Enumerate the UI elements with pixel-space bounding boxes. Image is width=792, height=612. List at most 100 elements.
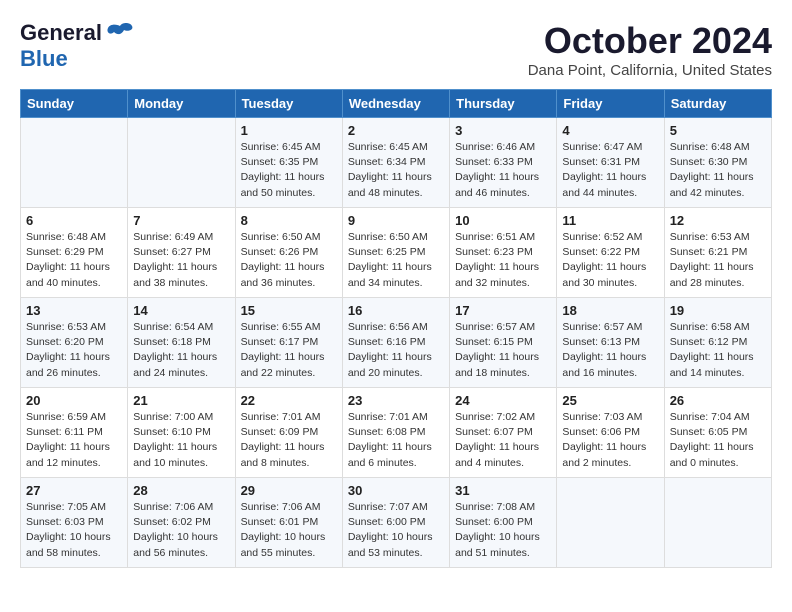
calendar-day-cell [557,478,664,568]
day-info: Sunrise: 6:57 AM Sunset: 6:13 PM Dayligh… [562,320,658,381]
calendar-day-cell: 19 Sunrise: 6:58 AM Sunset: 6:12 PM Dayli… [664,298,771,388]
calendar-day-cell: 10 Sunrise: 6:51 AM Sunset: 6:23 PM Dayli… [450,208,557,298]
day-number: 6 [26,213,122,228]
day-number: 15 [241,303,337,318]
day-info: Sunrise: 6:49 AM Sunset: 6:27 PM Dayligh… [133,230,229,291]
logo-blue: Blue [20,46,68,71]
day-number: 3 [455,123,551,138]
day-number: 26 [670,393,766,408]
day-info: Sunrise: 6:50 AM Sunset: 6:25 PM Dayligh… [348,230,444,291]
day-number: 19 [670,303,766,318]
calendar-day-cell: 15 Sunrise: 6:55 AM Sunset: 6:17 PM Dayli… [235,298,342,388]
calendar-day-cell: 26 Sunrise: 7:04 AM Sunset: 6:05 PM Dayli… [664,388,771,478]
day-number: 21 [133,393,229,408]
calendar-day-cell: 24Sunrise: 7:02 AM Sunset: 6:07 PM Dayli… [450,388,557,478]
calendar-day-cell: 2 Sunrise: 6:45 AM Sunset: 6:34 PM Daylig… [342,118,449,208]
calendar-week-row: 27 Sunrise: 7:05 AM Sunset: 6:03 PM Dayli… [21,478,772,568]
day-number: 29 [241,483,337,498]
day-info: Sunrise: 6:53 AM Sunset: 6:21 PM Dayligh… [670,230,766,291]
day-info: Sunrise: 6:52 AM Sunset: 6:22 PM Dayligh… [562,230,658,291]
day-info: Sunrise: 6:46 AM Sunset: 6:33 PM Dayligh… [455,140,551,201]
calendar-day-cell: 17 Sunrise: 6:57 AM Sunset: 6:15 PM Dayli… [450,298,557,388]
calendar-day-cell: 27 Sunrise: 7:05 AM Sunset: 6:03 PM Dayli… [21,478,128,568]
calendar-day-cell [128,118,235,208]
logo-general: General [20,20,102,46]
logo-bird-icon [106,22,134,44]
day-info: Sunrise: 7:01 AM Sunset: 6:08 PM Dayligh… [348,410,444,471]
calendar-header-cell: Thursday [450,90,557,118]
calendar-day-cell: 3 Sunrise: 6:46 AM Sunset: 6:33 PM Daylig… [450,118,557,208]
day-info: Sunrise: 6:55 AM Sunset: 6:17 PM Dayligh… [241,320,337,381]
day-number: 22 [241,393,337,408]
day-number: 20 [26,393,122,408]
day-number: 4 [562,123,658,138]
calendar-day-cell [21,118,128,208]
calendar-day-cell: 18 Sunrise: 6:57 AM Sunset: 6:13 PM Dayli… [557,298,664,388]
calendar-day-cell: 16Sunrise: 6:56 AM Sunset: 6:16 PM Dayli… [342,298,449,388]
day-number: 2 [348,123,444,138]
day-number: 13 [26,303,122,318]
day-info: Sunrise: 7:01 AM Sunset: 6:09 PM Dayligh… [241,410,337,471]
day-info: Sunrise: 6:56 AM Sunset: 6:16 PM Dayligh… [348,320,444,381]
day-number: 11 [562,213,658,228]
logo: General Blue [20,20,134,72]
day-number: 17 [455,303,551,318]
day-number: 18 [562,303,658,318]
day-info: Sunrise: 6:45 AM Sunset: 6:34 PM Dayligh… [348,140,444,201]
day-info: Sunrise: 6:54 AM Sunset: 6:18 PM Dayligh… [133,320,229,381]
calendar-day-cell: 8 Sunrise: 6:50 AM Sunset: 6:26 PM Daylig… [235,208,342,298]
day-number: 7 [133,213,229,228]
calendar-header-cell: Friday [557,90,664,118]
day-info: Sunrise: 7:07 AM Sunset: 6:00 PM Dayligh… [348,500,444,561]
day-number: 5 [670,123,766,138]
calendar-day-cell: 7 Sunrise: 6:49 AM Sunset: 6:27 PM Daylig… [128,208,235,298]
day-number: 27 [26,483,122,498]
day-info: Sunrise: 6:47 AM Sunset: 6:31 PM Dayligh… [562,140,658,201]
calendar-day-cell [664,478,771,568]
calendar-week-row: 6 Sunrise: 6:48 AM Sunset: 6:29 PM Daylig… [21,208,772,298]
calendar-day-cell: 9 Sunrise: 6:50 AM Sunset: 6:25 PM Daylig… [342,208,449,298]
day-info: Sunrise: 7:06 AM Sunset: 6:01 PM Dayligh… [241,500,337,561]
day-info: Sunrise: 6:45 AM Sunset: 6:35 PM Dayligh… [241,140,337,201]
calendar-header-cell: Tuesday [235,90,342,118]
day-info: Sunrise: 7:06 AM Sunset: 6:02 PM Dayligh… [133,500,229,561]
day-info: Sunrise: 7:08 AM Sunset: 6:00 PM Dayligh… [455,500,551,561]
day-number: 25 [562,393,658,408]
day-info: Sunrise: 6:48 AM Sunset: 6:29 PM Dayligh… [26,230,122,291]
calendar-day-cell: 23Sunrise: 7:01 AM Sunset: 6:08 PM Dayli… [342,388,449,478]
day-info: Sunrise: 6:58 AM Sunset: 6:12 PM Dayligh… [670,320,766,381]
day-info: Sunrise: 6:57 AM Sunset: 6:15 PM Dayligh… [455,320,551,381]
day-number: 31 [455,483,551,498]
month-title: October 2024 [528,20,772,62]
calendar-header-row: SundayMondayTuesdayWednesdayThursdayFrid… [21,90,772,118]
day-number: 10 [455,213,551,228]
calendar-day-cell: 29 Sunrise: 7:06 AM Sunset: 6:01 PM Dayli… [235,478,342,568]
title-section: October 2024 Dana Point, California, Uni… [528,20,772,79]
calendar-day-cell: 25Sunrise: 7:03 AM Sunset: 6:06 PM Dayli… [557,388,664,478]
day-info: Sunrise: 6:59 AM Sunset: 6:11 PM Dayligh… [26,410,122,471]
day-info: Sunrise: 7:02 AM Sunset: 6:07 PM Dayligh… [455,410,551,471]
calendar-day-cell: 20 Sunrise: 6:59 AM Sunset: 6:11 PM Dayli… [21,388,128,478]
calendar-body: 1 Sunrise: 6:45 AM Sunset: 6:35 PM Daylig… [21,118,772,568]
day-number: 9 [348,213,444,228]
day-info: Sunrise: 7:05 AM Sunset: 6:03 PM Dayligh… [26,500,122,561]
day-info: Sunrise: 7:04 AM Sunset: 6:05 PM Dayligh… [670,410,766,471]
day-number: 8 [241,213,337,228]
calendar-day-cell: 4 Sunrise: 6:47 AM Sunset: 6:31 PM Daylig… [557,118,664,208]
calendar-day-cell: 5 Sunrise: 6:48 AM Sunset: 6:30 PM Daylig… [664,118,771,208]
calendar-day-cell: 11 Sunrise: 6:52 AM Sunset: 6:22 PM Dayli… [557,208,664,298]
calendar-header-cell: Saturday [664,90,771,118]
day-info: Sunrise: 6:51 AM Sunset: 6:23 PM Dayligh… [455,230,551,291]
page-header: General Blue October 2024 Dana Point, Ca… [20,20,772,79]
day-info: Sunrise: 6:48 AM Sunset: 6:30 PM Dayligh… [670,140,766,201]
calendar-day-cell: 14Sunrise: 6:54 AM Sunset: 6:18 PM Dayli… [128,298,235,388]
day-number: 30 [348,483,444,498]
calendar-day-cell: 1 Sunrise: 6:45 AM Sunset: 6:35 PM Daylig… [235,118,342,208]
calendar-day-cell: 30 Sunrise: 7:07 AM Sunset: 6:00 PM Dayli… [342,478,449,568]
location: Dana Point, California, United States [528,62,772,79]
calendar-header-cell: Wednesday [342,90,449,118]
calendar-day-cell: 12Sunrise: 6:53 AM Sunset: 6:21 PM Dayli… [664,208,771,298]
day-info: Sunrise: 7:00 AM Sunset: 6:10 PM Dayligh… [133,410,229,471]
day-number: 1 [241,123,337,138]
day-info: Sunrise: 6:50 AM Sunset: 6:26 PM Dayligh… [241,230,337,291]
